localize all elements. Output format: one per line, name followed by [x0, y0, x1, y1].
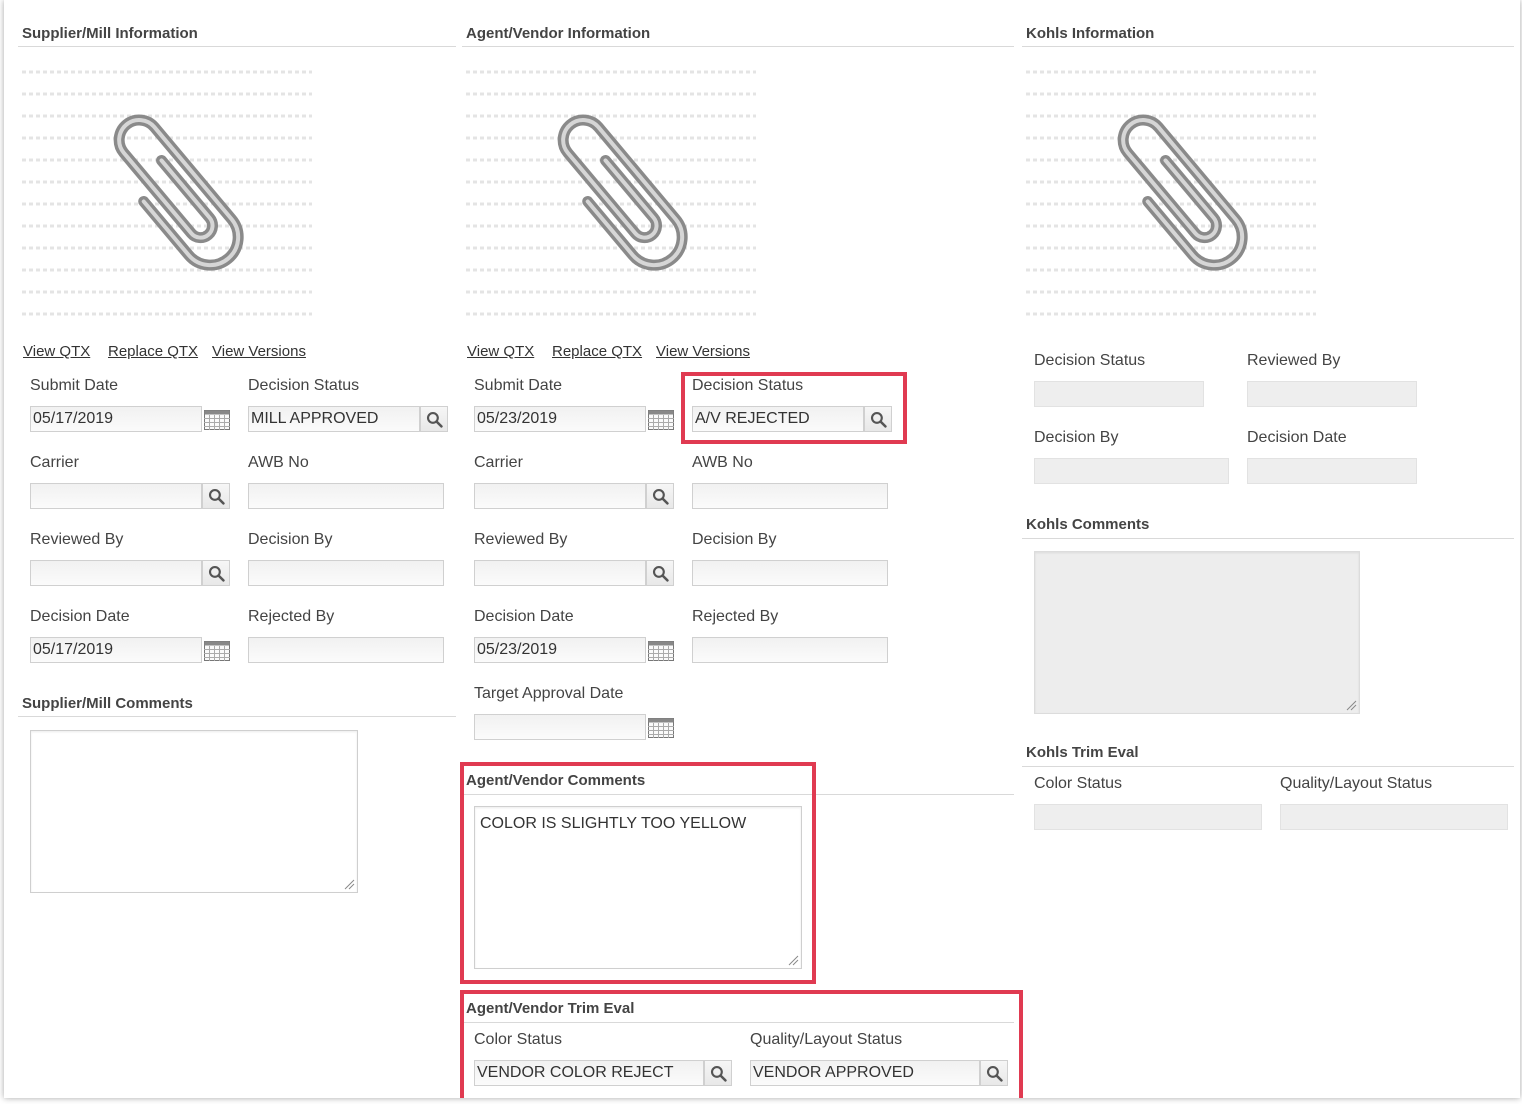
- target-approval-date-field[interactable]: [474, 714, 646, 740]
- reviewed-by-field[interactable]: [30, 560, 202, 586]
- decision-date-field[interactable]: 05/23/2019: [474, 637, 646, 663]
- calendar-icon[interactable]: [204, 641, 230, 661]
- section-divider: [1022, 766, 1514, 767]
- decision-date-label: Decision Date: [474, 608, 574, 625]
- rejected-by-label: Rejected By: [248, 608, 335, 625]
- search-icon[interactable]: [420, 406, 448, 432]
- section-divider: [462, 46, 1014, 47]
- section-divider: [18, 46, 456, 47]
- decision-date-field[interactable]: 05/17/2019: [30, 637, 202, 663]
- decision-date-label: Decision Date: [30, 608, 130, 625]
- submit-date-field[interactable]: 05/23/2019: [474, 406, 646, 432]
- search-icon[interactable]: [646, 560, 674, 586]
- reviewed-by-label: Reviewed By: [30, 531, 124, 548]
- submit-date-label: Submit Date: [30, 377, 119, 394]
- qtx-evaluation-panel: Supplier/Mill Information View QTX Repla…: [4, 0, 1520, 1098]
- view-qtx-link[interactable]: View QTX: [23, 343, 90, 360]
- color-status-field: [1034, 804, 1262, 830]
- reviewed-by-label: Reviewed By: [1247, 352, 1341, 369]
- calendar-icon[interactable]: [204, 410, 230, 430]
- awb-label: AWB No: [248, 454, 309, 471]
- calendar-icon[interactable]: [648, 410, 674, 430]
- view-versions-link[interactable]: View Versions: [212, 343, 306, 360]
- carrier-field[interactable]: [30, 483, 202, 509]
- view-versions-link[interactable]: View Versions: [656, 343, 750, 360]
- supplier-comments-textarea[interactable]: [30, 730, 358, 893]
- awb-field[interactable]: [692, 483, 888, 509]
- resize-grip-icon: [1345, 699, 1357, 711]
- decision-by-field[interactable]: [248, 560, 444, 586]
- reviewed-by-label: Reviewed By: [474, 531, 568, 548]
- decision-status-highlight: [681, 372, 907, 444]
- decision-date-label: Decision Date: [1247, 429, 1347, 446]
- decision-date-field: [1247, 458, 1417, 484]
- supplier-comments-title: Supplier/Mill Comments: [22, 695, 193, 712]
- reviewed-by-field[interactable]: [474, 560, 646, 586]
- rejected-by-field[interactable]: [248, 637, 444, 663]
- calendar-icon[interactable]: [648, 718, 674, 738]
- decision-by-label: Decision By: [1034, 429, 1119, 446]
- search-icon[interactable]: [202, 560, 230, 586]
- supplier-section-title: Supplier/Mill Information: [22, 25, 198, 42]
- kohls-comments-textarea: [1034, 551, 1360, 714]
- decision-status-label: Decision Status: [248, 377, 360, 394]
- replace-qtx-link[interactable]: Replace QTX: [552, 343, 642, 360]
- search-icon[interactable]: [646, 483, 674, 509]
- decision-status-field: [1034, 381, 1204, 407]
- paperclip-icon[interactable]: [466, 60, 756, 330]
- paperclip-icon[interactable]: [1026, 60, 1316, 330]
- agent-trim-eval-highlight: [460, 990, 1023, 1098]
- quality-layout-status-field: [1280, 804, 1508, 830]
- carrier-label: Carrier: [474, 454, 523, 471]
- submit-date-label: Submit Date: [474, 377, 563, 394]
- decision-status-field[interactable]: MILL APPROVED: [248, 406, 420, 432]
- decision-by-field: [1034, 458, 1229, 484]
- agent-comments-highlight: [460, 762, 816, 984]
- rejected-by-label: Rejected By: [692, 608, 779, 625]
- kohls-trim-eval-title: Kohls Trim Eval: [1026, 744, 1139, 761]
- section-divider: [1022, 46, 1514, 47]
- kohls-comments-title: Kohls Comments: [1026, 516, 1150, 533]
- calendar-icon[interactable]: [648, 641, 674, 661]
- decision-status-label: Decision Status: [1034, 352, 1146, 369]
- view-qtx-link[interactable]: View QTX: [467, 343, 534, 360]
- section-divider: [18, 716, 456, 717]
- carrier-label: Carrier: [30, 454, 79, 471]
- search-icon[interactable]: [202, 483, 230, 509]
- decision-by-label: Decision By: [692, 531, 777, 548]
- section-divider: [1022, 538, 1514, 539]
- agent-section-title: Agent/Vendor Information: [466, 25, 651, 42]
- carrier-field[interactable]: [474, 483, 646, 509]
- awb-label: AWB No: [692, 454, 753, 471]
- kohls-section-title: Kohls Information: [1026, 25, 1155, 42]
- quality-layout-status-label: Quality/Layout Status: [1280, 775, 1433, 792]
- paperclip-icon[interactable]: [22, 60, 312, 330]
- submit-date-field[interactable]: 05/17/2019: [30, 406, 202, 432]
- color-status-label: Color Status: [1034, 775, 1123, 792]
- rejected-by-field[interactable]: [692, 637, 888, 663]
- decision-by-field[interactable]: [692, 560, 888, 586]
- resize-grip-icon[interactable]: [343, 878, 355, 890]
- reviewed-by-field: [1247, 381, 1417, 407]
- target-approval-date-label: Target Approval Date: [474, 685, 624, 702]
- decision-by-label: Decision By: [248, 531, 333, 548]
- awb-field[interactable]: [248, 483, 444, 509]
- replace-qtx-link[interactable]: Replace QTX: [108, 343, 198, 360]
